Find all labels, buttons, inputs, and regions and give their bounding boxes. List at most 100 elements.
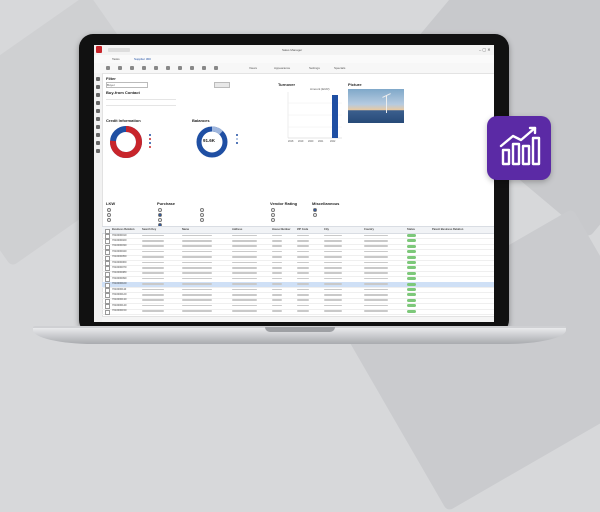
purchase-option-6[interactable]	[200, 213, 205, 218]
cell-text-placeholder	[142, 239, 164, 242]
cell-text-placeholder	[324, 245, 342, 247]
col-search-key[interactable]: Search Key	[142, 228, 156, 231]
vendor-rating-option-2[interactable]	[271, 213, 276, 218]
cell-text-placeholder	[182, 245, 212, 247]
business-relation-cell: 7010000050	[112, 255, 127, 259]
settings-icon[interactable]	[96, 141, 100, 145]
col-zip-code[interactable]: ZIP Code	[297, 228, 308, 231]
toolbar-settings[interactable]: Settings	[309, 66, 320, 70]
export-icon[interactable]	[178, 66, 182, 70]
cell-text-placeholder	[364, 293, 388, 296]
cell-text-placeholder	[232, 277, 257, 280]
folder-icon[interactable]	[96, 93, 100, 97]
lkw-option-2[interactable]	[107, 213, 112, 218]
cell-text-placeholder	[142, 288, 164, 291]
cell-text-placeholder	[182, 256, 212, 258]
back-icon[interactable]	[106, 66, 110, 70]
cell-text-placeholder	[324, 288, 342, 291]
cell-text-placeholder	[142, 277, 164, 280]
cell-text-placeholder	[364, 234, 388, 237]
contact-field-2[interactable]	[106, 105, 176, 106]
toolbar-views[interactable]: Views	[249, 66, 257, 70]
lkw-option-1[interactable]	[107, 208, 112, 213]
vendor-rating-option-1[interactable]	[271, 208, 276, 213]
business-relation-cell: 7010000100	[112, 282, 127, 286]
cell-text-placeholder	[182, 272, 212, 274]
cell-text-placeholder	[182, 283, 212, 285]
col-house-number[interactable]: House Number	[272, 228, 290, 231]
business-relation-cell: 7010000120	[112, 292, 127, 296]
turnover-year-5: 2022	[330, 140, 336, 143]
cell-text-placeholder	[364, 310, 388, 312]
cell-text-placeholder	[272, 261, 282, 264]
tab-tasks[interactable]: Tasks	[112, 57, 120, 61]
col-parent-business-relation[interactable]: Parent Business Relation	[432, 228, 463, 231]
cell-text-placeholder	[232, 299, 257, 301]
purchase-option-2[interactable]	[158, 213, 163, 218]
col-city[interactable]: City	[324, 228, 329, 231]
cell-text-placeholder	[272, 293, 282, 296]
analytics-chart-icon	[499, 126, 541, 166]
attach-icon[interactable]	[214, 66, 218, 70]
business-relation-cell: 7010000080	[112, 271, 127, 275]
window-controls-icon[interactable]: – ▢ ✕	[479, 47, 491, 52]
cell-text-placeholder	[364, 283, 388, 285]
toolbar-specials[interactable]: Specials	[334, 66, 345, 70]
turnover-year-1: 2018	[288, 140, 294, 143]
new-icon[interactable]	[130, 66, 134, 70]
wind-turbine-icon	[386, 95, 387, 113]
cell-text-placeholder	[364, 299, 388, 301]
cell-text-placeholder	[182, 288, 212, 291]
print-icon[interactable]	[166, 66, 170, 70]
cell-text-placeholder	[297, 310, 309, 312]
purchase-option-7[interactable]	[200, 218, 205, 223]
col-address[interactable]: Address	[232, 228, 242, 231]
chart-icon[interactable]	[96, 125, 100, 129]
purchase-option-1[interactable]	[158, 208, 163, 213]
refresh-icon[interactable]	[202, 66, 206, 70]
vendor-rating-option-3[interactable]	[271, 218, 276, 223]
status-badge	[407, 282, 416, 286]
purchase-option-3[interactable]	[158, 218, 163, 223]
copy-icon[interactable]	[154, 66, 158, 70]
misc-option-1[interactable]	[313, 208, 318, 213]
contacts-icon[interactable]	[96, 101, 100, 105]
home-icon[interactable]	[96, 77, 100, 81]
calendar-icon[interactable]	[96, 109, 100, 113]
col-name[interactable]: Name	[182, 228, 189, 231]
cell-text-placeholder	[324, 310, 342, 312]
credit-legend-dot-3	[149, 142, 151, 144]
balances-donut-value: 91.6K	[203, 138, 216, 143]
delete-icon[interactable]	[142, 66, 146, 70]
save-icon[interactable]	[118, 66, 122, 70]
credit-legend-dot-1	[149, 134, 151, 136]
toolbar-appearance[interactable]: Appearance	[274, 66, 290, 70]
status-badge	[407, 250, 416, 254]
table-row[interactable]: 7010000150	[102, 309, 494, 315]
misc-option-2[interactable]	[313, 213, 318, 218]
search-icon[interactable]	[96, 85, 100, 89]
cell-text-placeholder	[232, 250, 257, 253]
lkw-option-3[interactable]	[107, 218, 112, 223]
cell-text-placeholder	[232, 283, 257, 285]
business-relation-cell: 7010000060	[112, 260, 127, 264]
col-business-relation[interactable]: Business Relation	[112, 228, 135, 231]
col-status[interactable]: Status	[407, 228, 415, 231]
filter-icon[interactable]	[190, 66, 194, 70]
contact-field-1[interactable]	[106, 99, 176, 100]
title-quick-access[interactable]	[108, 48, 130, 52]
tab-supplier[interactable]: Supplier 300	[134, 57, 151, 61]
purchase-option-5[interactable]	[200, 208, 205, 213]
mail-icon[interactable]	[96, 133, 100, 137]
document-icon[interactable]	[96, 117, 100, 121]
cell-text-placeholder	[232, 288, 257, 291]
col-country[interactable]: Country	[364, 228, 374, 231]
status-badge	[407, 288, 416, 291]
cell-text-placeholder	[324, 239, 342, 242]
row-checkbox[interactable]	[105, 309, 110, 315]
help-icon[interactable]	[96, 149, 100, 153]
filter-apply-button[interactable]	[214, 82, 230, 88]
cell-text-placeholder	[297, 266, 309, 269]
status-badge	[407, 255, 416, 259]
credit-donut-chart	[110, 126, 142, 158]
